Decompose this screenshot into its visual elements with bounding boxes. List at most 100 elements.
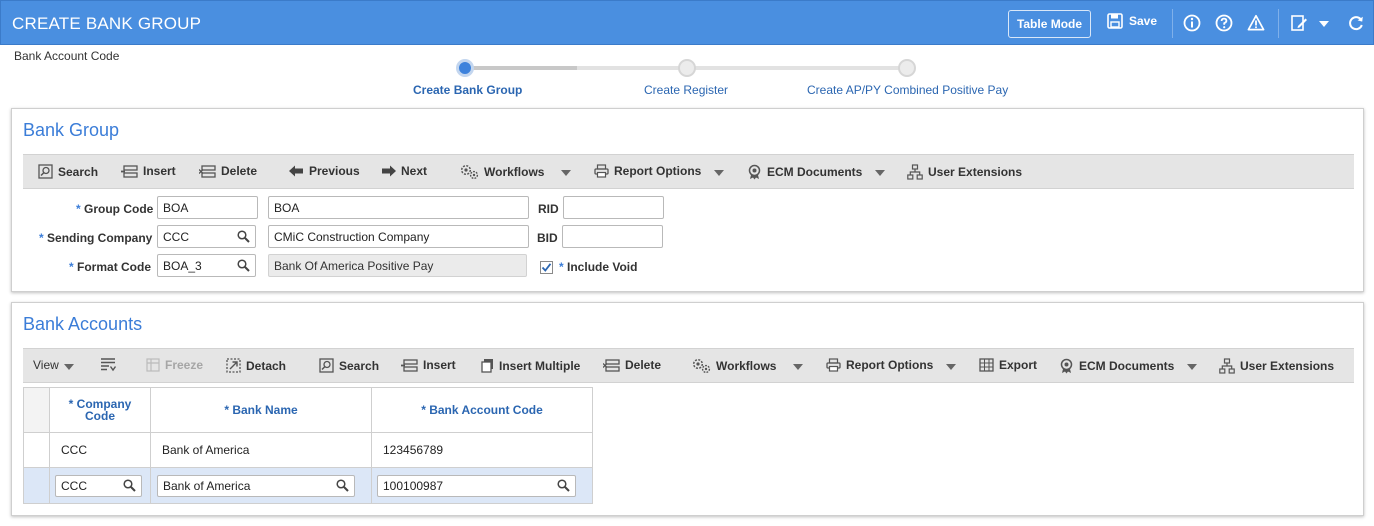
search-button[interactable]: Search: [38, 164, 98, 179]
workflows-label: Workflows: [716, 358, 777, 373]
magnifier-icon[interactable]: [237, 259, 250, 272]
cell-bank-account-code[interactable]: 123456789: [372, 433, 593, 468]
row-selector[interactable]: [24, 468, 50, 504]
bank-group-panel: Bank Group Search Insert Delete Previous…: [11, 108, 1364, 292]
rid-input[interactable]: [563, 196, 664, 219]
row-selector[interactable]: [24, 433, 50, 468]
rid-label: RID: [538, 202, 559, 216]
table-row[interactable]: CCC Bank of America 123456789: [24, 433, 594, 468]
wizard-step-dot-2[interactable]: [678, 59, 696, 77]
delete-button[interactable]: Delete: [199, 164, 257, 178]
column-header-bank-account-code[interactable]: * Bank Account Code: [372, 388, 593, 433]
warning-icon[interactable]: [1247, 14, 1265, 32]
company-code-input[interactable]: CCC: [55, 475, 142, 497]
workflows-button[interactable]: Workflows: [692, 358, 776, 373]
grid-header-row: * Company Code * Bank Name * Bank Accoun…: [24, 388, 594, 433]
delete-button[interactable]: Delete: [603, 358, 661, 372]
column-header-company-code[interactable]: * Company Code: [50, 388, 151, 433]
app-header: CREATE BANK GROUP Table Mode Save: [0, 0, 1374, 45]
insert-multiple-icon: [481, 359, 493, 373]
column-chooser-button[interactable]: [100, 358, 116, 372]
user-extensions-button[interactable]: User Extensions: [907, 164, 1022, 180]
workflows-icon: [460, 164, 479, 179]
user-extensions-icon: [1219, 358, 1235, 374]
export-label: Export: [999, 358, 1038, 372]
report-options-dropdown-icon[interactable]: [946, 364, 956, 370]
table-mode-button[interactable]: Table Mode: [1008, 10, 1091, 38]
workflows-dropdown-icon[interactable]: [561, 170, 571, 176]
ecm-icon: [1060, 358, 1073, 374]
edit-icon[interactable]: [1290, 14, 1308, 32]
bid-input[interactable]: [562, 225, 663, 248]
user-extensions-button[interactable]: User Extensions: [1219, 358, 1334, 374]
next-button[interactable]: Next: [381, 164, 427, 178]
user-extensions-label: User Extensions: [1240, 359, 1335, 373]
wizard-step-create-bank-group[interactable]: Create Bank Group: [413, 83, 522, 97]
wizard-step-dot-1[interactable]: [456, 59, 474, 77]
magnifier-icon[interactable]: [336, 479, 349, 492]
ecm-documents-dropdown-icon[interactable]: [875, 170, 885, 176]
bank-group-toolbar: Search Insert Delete Previous Next Workf…: [23, 154, 1354, 189]
delete-icon: [603, 358, 620, 372]
save-button[interactable]: Save: [1107, 13, 1157, 29]
group-description-input[interactable]: BOA: [268, 196, 529, 219]
view-label: View: [33, 358, 59, 372]
info-icon[interactable]: [1183, 14, 1201, 32]
report-options-button[interactable]: Report Options: [594, 164, 701, 178]
report-options-button[interactable]: Report Options: [826, 358, 933, 372]
chevron-down-icon[interactable]: [1319, 21, 1329, 27]
cell-company-code[interactable]: CCC: [50, 433, 151, 468]
freeze-button[interactable]: Freeze: [146, 358, 203, 372]
refresh-icon[interactable]: [1347, 14, 1365, 32]
view-dropdown-icon[interactable]: [64, 364, 74, 370]
wizard-step-dot-3[interactable]: [898, 59, 916, 77]
sending-company-name-input[interactable]: CMiC Construction Company: [268, 225, 529, 248]
workflows-dropdown-icon[interactable]: [793, 364, 803, 370]
bank-account-code-input[interactable]: 100100987: [377, 475, 576, 497]
insert-label: Insert: [143, 164, 176, 178]
ecm-documents-button[interactable]: ECM Documents: [1059, 358, 1174, 374]
table-row-selected[interactable]: CCC Bank of America 100100987: [24, 468, 594, 504]
export-button[interactable]: Export: [979, 358, 1037, 372]
delete-label: Delete: [625, 358, 662, 372]
ecm-documents-dropdown-icon[interactable]: [1187, 364, 1197, 370]
format-code-input[interactable]: BOA_3: [157, 254, 256, 277]
magnifier-icon[interactable]: [237, 230, 250, 243]
insert-icon: [401, 358, 418, 372]
search-button[interactable]: Search: [319, 358, 379, 373]
wizard-track-done: [465, 66, 577, 70]
insert-button[interactable]: Insert: [401, 358, 456, 372]
next-arrow-icon: [382, 165, 396, 177]
workflows-button[interactable]: Workflows: [460, 164, 544, 179]
column-header-bank-name[interactable]: * Bank Name: [151, 388, 372, 433]
help-icon[interactable]: [1215, 14, 1233, 32]
report-options-dropdown-icon[interactable]: [714, 170, 724, 176]
group-code-input[interactable]: BOA: [157, 196, 258, 219]
bank-accounts-panel: Bank Accounts View Freeze Detach Search …: [11, 302, 1364, 516]
insert-icon: [121, 164, 138, 178]
bank-accounts-grid: * Company Code * Bank Name * Bank Accoun…: [23, 387, 593, 504]
magnifier-icon[interactable]: [123, 479, 136, 492]
insert-button[interactable]: Insert: [121, 164, 176, 178]
user-extensions-icon: [907, 164, 923, 180]
workflows-label: Workflows: [484, 164, 545, 179]
wizard-step-create-register[interactable]: Create Register: [644, 83, 728, 97]
bank-accounts-toolbar: View Freeze Detach Search Insert Insert …: [23, 348, 1354, 383]
magnifier-icon[interactable]: [557, 479, 570, 492]
bank-name-input[interactable]: Bank of America: [157, 475, 355, 497]
cell-bank-name[interactable]: Bank of America: [151, 433, 372, 468]
page-subtitle: Bank Account Code: [14, 49, 120, 63]
previous-button[interactable]: Previous: [289, 164, 360, 178]
next-label: Next: [401, 164, 428, 178]
insert-label: Insert: [423, 358, 456, 372]
view-menu[interactable]: View: [33, 358, 59, 372]
include-void-checkbox[interactable]: [540, 261, 553, 274]
group-code-label: * Group Code: [76, 202, 154, 216]
user-extensions-label: User Extensions: [928, 165, 1023, 179]
detach-label: Detach: [246, 358, 287, 373]
insert-multiple-button[interactable]: Insert Multiple: [481, 358, 580, 373]
ecm-documents-button[interactable]: ECM Documents: [747, 164, 862, 180]
detach-button[interactable]: Detach: [226, 358, 286, 373]
wizard-step-create-positive-pay[interactable]: Create AP/PY Combined Positive Pay: [807, 83, 1008, 97]
sending-company-input[interactable]: CCC: [157, 225, 256, 248]
